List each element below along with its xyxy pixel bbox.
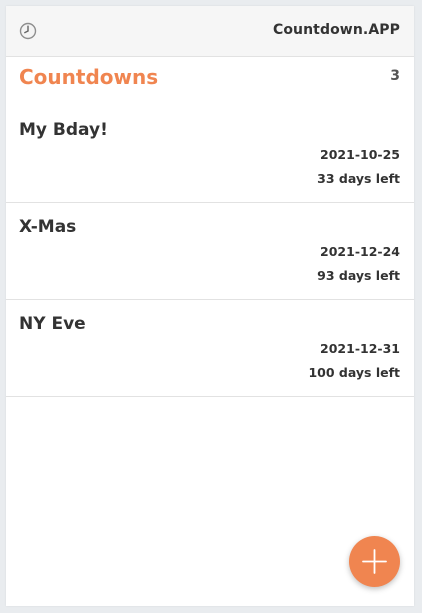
countdown-count: 3 (390, 68, 400, 84)
countdown-date: 2021-12-31 (320, 341, 400, 356)
countdown-list: My Bday! 2021-10-25 33 days left X-Mas 2… (6, 106, 414, 397)
app-window: Countdown.APP Countdowns 3 My Bday! 2021… (6, 6, 414, 606)
countdown-item[interactable]: My Bday! 2021-10-25 33 days left (6, 106, 414, 203)
countdown-item[interactable]: X-Mas 2021-12-24 93 days left (6, 203, 414, 300)
countdown-days-left: 33 days left (317, 171, 400, 186)
countdown-name: My Bday! (19, 120, 108, 140)
countdown-date: 2021-12-24 (320, 244, 400, 259)
plus-icon (362, 549, 387, 574)
section-title: Countdowns (19, 65, 159, 89)
app-title: Countdown.APP (272, 22, 400, 38)
countdown-name: NY Eve (19, 314, 86, 334)
countdown-days-left: 100 days left (308, 365, 400, 380)
countdown-days-left: 93 days left (317, 268, 400, 283)
countdown-item[interactable]: NY Eve 2021-12-31 100 days left (6, 300, 414, 397)
countdown-date: 2021-10-25 (320, 147, 400, 162)
top-bar: Countdown.APP (6, 6, 414, 57)
add-countdown-button[interactable] (349, 536, 400, 587)
countdown-name: X-Mas (19, 217, 77, 237)
clock-icon[interactable] (19, 22, 37, 40)
